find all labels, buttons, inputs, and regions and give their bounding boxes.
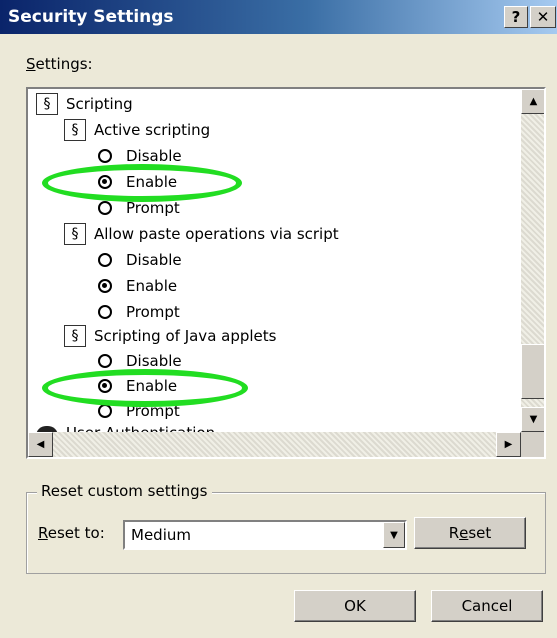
scroll-up-icon[interactable]: ▲ <box>521 89 544 114</box>
radio-icon[interactable] <box>98 305 112 319</box>
radio-icon[interactable] <box>98 354 112 368</box>
scripting-icon: § <box>64 325 86 347</box>
radio-java-disable[interactable]: Disable <box>98 349 182 373</box>
tree-item-scripting[interactable]: § Scripting <box>36 92 133 116</box>
ok-button[interactable]: OK <box>294 590 416 622</box>
scripting-icon: § <box>64 223 86 245</box>
settings-tree[interactable]: § Scripting § Active scripting Disable E… <box>26 87 546 459</box>
chevron-down-icon[interactable]: ▼ <box>383 522 405 548</box>
radio-paste-disable[interactable]: Disable <box>98 248 182 272</box>
radio-icon[interactable] <box>98 253 112 267</box>
settings-label: Settings: <box>26 55 93 73</box>
reset-custom-settings-group: Reset custom settings Reset to: Medium ▼… <box>26 482 546 574</box>
group-legend: Reset custom settings <box>37 482 212 500</box>
radio-java-enable[interactable]: Enable <box>98 374 177 398</box>
title-bar: Security Settings ? ✕ <box>0 0 557 34</box>
window-title: Security Settings <box>8 7 174 27</box>
tree-item-java-applets[interactable]: § Scripting of Java applets <box>64 324 276 348</box>
settings-tree-content: § Scripting § Active scripting Disable E… <box>28 89 521 432</box>
radio-active-enable[interactable]: Enable <box>98 170 177 194</box>
scrollbar-corner <box>521 432 544 457</box>
scripting-icon: § <box>64 119 86 141</box>
tree-item-user-authentication[interactable]: User Authentication <box>36 421 215 432</box>
reset-level-select[interactable]: Medium ▼ <box>123 520 407 550</box>
radio-icon[interactable] <box>98 404 112 418</box>
radio-paste-prompt[interactable]: Prompt <box>98 300 180 324</box>
tree-item-paste-via-script[interactable]: § Allow paste operations via script <box>64 222 339 246</box>
radio-paste-enable[interactable]: Enable <box>98 274 177 298</box>
radio-icon[interactable] <box>98 379 112 393</box>
horizontal-scrollbar[interactable]: ◀ ▶ <box>28 432 521 457</box>
radio-active-disable[interactable]: Disable <box>98 144 182 168</box>
scroll-down-icon[interactable]: ▼ <box>521 407 544 432</box>
reset-button[interactable]: Re set <box>414 517 526 549</box>
help-button[interactable]: ? <box>504 6 528 28</box>
radio-java-prompt[interactable]: Prompt <box>98 399 180 423</box>
cancel-button[interactable]: Cancel <box>431 590 543 622</box>
scroll-right-icon[interactable]: ▶ <box>496 432 521 457</box>
close-button[interactable]: ✕ <box>530 6 556 28</box>
vertical-scroll-thumb[interactable] <box>521 344 544 399</box>
radio-icon[interactable] <box>98 175 112 189</box>
tree-item-active-scripting[interactable]: § Active scripting <box>64 118 210 142</box>
radio-icon[interactable] <box>98 149 112 163</box>
radio-active-prompt[interactable]: Prompt <box>98 196 180 220</box>
reset-level-value: Medium <box>131 526 191 544</box>
scripting-icon: § <box>36 93 58 115</box>
scroll-left-icon[interactable]: ◀ <box>28 432 53 457</box>
vertical-scrollbar[interactable]: ▲ ▼ <box>521 89 544 432</box>
radio-icon[interactable] <box>98 279 112 293</box>
reset-to-label: Reset to: <box>38 524 105 542</box>
radio-icon[interactable] <box>98 201 112 215</box>
